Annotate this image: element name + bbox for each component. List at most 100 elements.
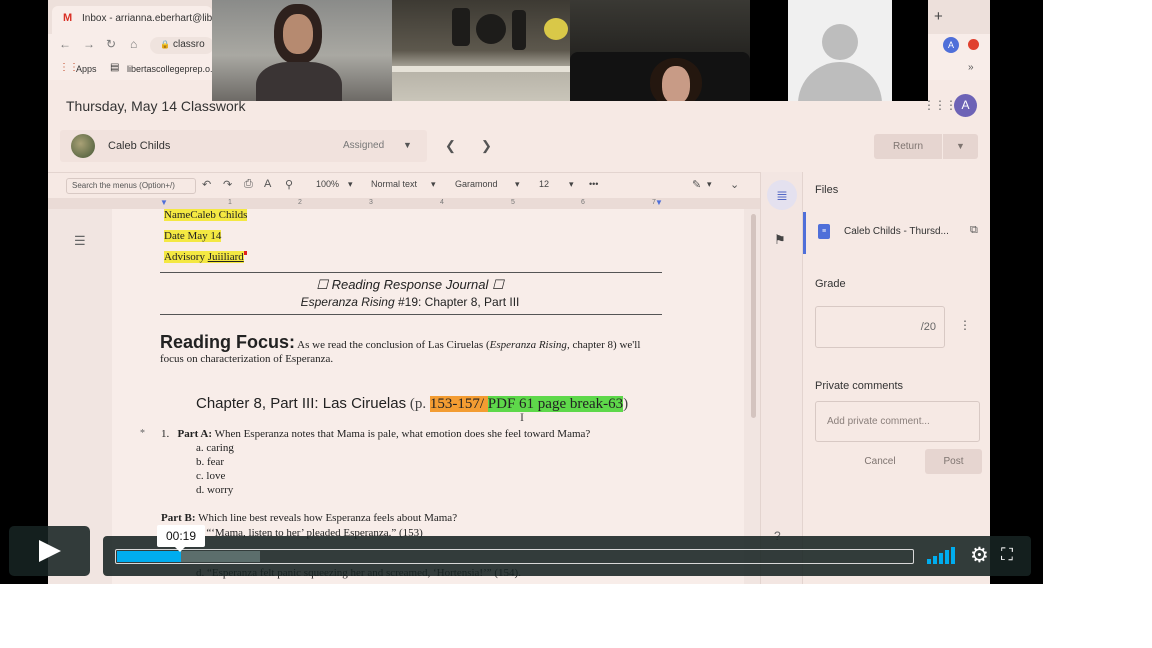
page-range: 153-157/ (429, 396, 488, 412)
student-name: Caleb Childs (108, 140, 171, 152)
forward-icon[interactable]: → (83, 37, 95, 51)
q1-option: d. worry (196, 484, 234, 496)
url-bar[interactable]: 🔒 classro (150, 37, 214, 54)
comment-icon[interactable]: ⚑ (774, 232, 786, 248)
post-button[interactable]: Post (925, 449, 982, 474)
paint-format-icon[interactable]: ⚲ (285, 178, 293, 191)
browser-avatar[interactable]: A (943, 37, 959, 53)
indent-marker-icon[interactable]: ▼ (655, 198, 663, 207)
video-player[interactable]: M Inbox - arrianna.eberhart@libe + ← → ↻… (0, 0, 1043, 584)
gmail-icon: M (63, 12, 73, 24)
progress-bar[interactable] (115, 549, 914, 564)
editing-mode-icon[interactable]: ✎ (692, 178, 701, 191)
spellcheck-icon[interactable]: A (264, 178, 271, 190)
open-external-icon[interactable]: ⧉ (970, 224, 978, 237)
q1-option: b. fear (196, 456, 225, 468)
new-tab-icon[interactable]: + (934, 8, 943, 25)
extension-icon[interactable] (968, 39, 979, 50)
return-button[interactable]: Return (874, 134, 942, 159)
redo-icon[interactable]: ↷ (223, 178, 232, 191)
undo-icon[interactable]: ↶ (202, 178, 211, 191)
player-control-bar: ⚙ ⛶ (103, 536, 1031, 576)
play-button[interactable] (9, 526, 90, 576)
date-line: Date May 14 (164, 230, 222, 242)
print-icon[interactable]: ⎙ (244, 178, 253, 191)
document-area: ☰ NameCaleb Childs Date May 14 Advisory … (48, 209, 760, 584)
journal-subtitle: Esperanza Rising #19: Chapter 8, Part II… (48, 295, 760, 309)
date-label: Date (164, 230, 185, 242)
student-selector[interactable]: Caleb Childs Assigned ▼ (60, 130, 427, 162)
bullet-marker: * (140, 428, 145, 439)
play-icon (39, 540, 61, 562)
next-student-icon[interactable]: ❯ (481, 138, 492, 154)
advisory-label: Advisory (164, 251, 205, 263)
font-select[interactable]: Garamond (455, 179, 498, 189)
document-scrollbar[interactable] (751, 214, 756, 418)
focus-label: Reading Focus: (160, 332, 296, 352)
subtitle-text: #19: Chapter 8, Part III (394, 295, 520, 309)
grade-denominator: /20 (920, 321, 936, 333)
account-avatar[interactable]: A (954, 94, 977, 117)
collapse-toolbar-icon[interactable]: ⌄ (730, 178, 739, 191)
volume-icon[interactable] (927, 547, 957, 564)
question-1: 1. Part A: When Esperanza notes that Mam… (161, 428, 591, 440)
files-icon[interactable]: ≣ (767, 180, 797, 210)
return-menu-caret-icon[interactable]: ▼ (943, 134, 978, 159)
bookmarks-more-icon[interactable]: » (968, 62, 974, 73)
back-icon[interactable]: ← (59, 37, 71, 51)
lock-icon: 🔒 (160, 40, 170, 49)
bookmark-apps[interactable]: Apps (76, 64, 97, 74)
reload-icon[interactable]: ↻ (106, 37, 116, 51)
pdf-page-range: PDF 61 page break-63 (487, 396, 624, 412)
settings-gear-icon[interactable]: ⚙ (970, 543, 989, 568)
caret-down-icon[interactable]: ▼ (403, 140, 412, 150)
private-comments-heading: Private comments (815, 380, 904, 392)
document-outline-icon[interactable]: ☰ (74, 233, 86, 249)
doc-file-icon: ≡ (818, 224, 830, 239)
home-icon[interactable]: ⌂ (130, 37, 137, 51)
classroom-header: Thursday, May 14 Classwork ⋮⋮⋮ A (48, 80, 990, 128)
caret-down-icon: ▾ (569, 179, 574, 189)
name-line: NameCaleb Childs (164, 209, 248, 221)
browser-tab[interactable]: M Inbox - arrianna.eberhart@libe (52, 6, 212, 34)
google-apps-icon[interactable]: ⋮⋮⋮ (923, 98, 957, 112)
ruler-mark: 6 (581, 199, 585, 206)
q1-option: c. love (196, 470, 226, 482)
q1-option: a. caring (196, 442, 234, 454)
advisory-value: Juiiliard (207, 251, 244, 263)
cancel-button[interactable]: Cancel (855, 449, 905, 474)
caret-down-icon: ▾ (348, 179, 353, 189)
status-badge: Assigned (343, 140, 385, 151)
tab-title: Inbox - arrianna.eberhart@libe (82, 13, 212, 24)
ruler: 1 2 3 4 5 6 7 ▼ ▼ (48, 198, 760, 209)
reading-focus-line-2: focus on characterization of Esperanza. (160, 353, 334, 365)
attached-file[interactable]: ≡ Caleb Childs - Thursd... ⧉ (803, 212, 990, 254)
advisory-line: Advisory Juiiliard (164, 251, 247, 263)
ruler-mark: 1 (228, 199, 232, 206)
font-size-select[interactable]: 12 (539, 179, 549, 189)
screen-share: M Inbox - arrianna.eberhart@libe + ← → ↻… (48, 0, 990, 584)
more-options[interactable]: ••• (589, 179, 598, 189)
bookmark-page-icon: ▤ (110, 62, 120, 73)
avatar-placeholder-icon (822, 24, 858, 60)
fullscreen-icon[interactable]: ⛶ (1001, 545, 1013, 565)
question-1-part-b: Part B: Which line best reveals how Espe… (161, 512, 458, 524)
more-vert-icon[interactable]: ⋮ (959, 318, 971, 332)
ruler-mark: 3 (369, 199, 373, 206)
indent-marker-icon[interactable]: ▼ (160, 198, 168, 207)
private-comment-input[interactable] (815, 401, 980, 442)
reading-focus-line: Reading Focus: As we read the conclusion… (160, 332, 641, 352)
name-label: Name (164, 209, 191, 221)
checkbox-icon: ☐ (492, 277, 504, 292)
search-menus-input[interactable]: Search the menus (Option+/) (66, 178, 196, 194)
style-select[interactable]: Normal text (371, 179, 417, 189)
previous-student-icon[interactable]: ❮ (445, 138, 456, 154)
grade-input[interactable]: /20 (815, 306, 945, 348)
bookmark-libertas[interactable]: libertascollegeprep.o... (127, 64, 218, 74)
zoom-select[interactable]: 100% (316, 179, 339, 189)
student-avatar (71, 134, 95, 158)
chapter-heading: Chapter 8, Part III: Las Ciruelas (196, 395, 407, 412)
progress-played (117, 551, 181, 562)
page-title: Thursday, May 14 Classwork (66, 98, 246, 114)
files-heading: Files (815, 184, 839, 196)
